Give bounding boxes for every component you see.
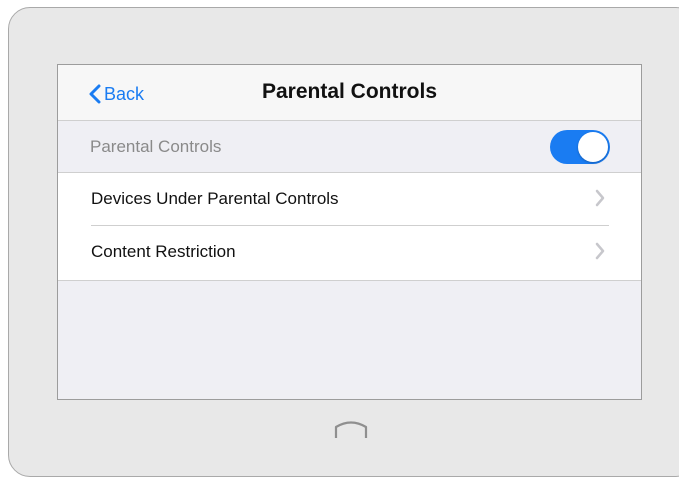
home-button[interactable] xyxy=(333,418,369,445)
home-button-icon xyxy=(334,421,368,438)
list-item-label: Devices Under Parental Controls xyxy=(91,189,339,208)
list-item-label: Content Restriction xyxy=(91,242,236,261)
toggle-label: Parental Controls xyxy=(90,137,222,156)
navigation-bar: Back Parental Controls xyxy=(58,65,641,121)
settings-list: Devices Under Parental Controls Content … xyxy=(58,173,641,281)
page-title: Parental Controls xyxy=(261,80,438,103)
app-screen: Back Parental Controls Parental Controls… xyxy=(57,64,642,400)
chevron-right-icon xyxy=(595,189,605,207)
switch-knob xyxy=(578,132,608,162)
parental-controls-switch[interactable] xyxy=(550,130,610,164)
list-item-devices-under-parental-controls[interactable]: Devices Under Parental Controls xyxy=(58,173,641,225)
chevron-right-icon xyxy=(595,242,605,260)
parental-controls-toggle-row: Parental Controls xyxy=(58,121,641,173)
list-item-content-restriction[interactable]: Content Restriction xyxy=(58,226,641,278)
